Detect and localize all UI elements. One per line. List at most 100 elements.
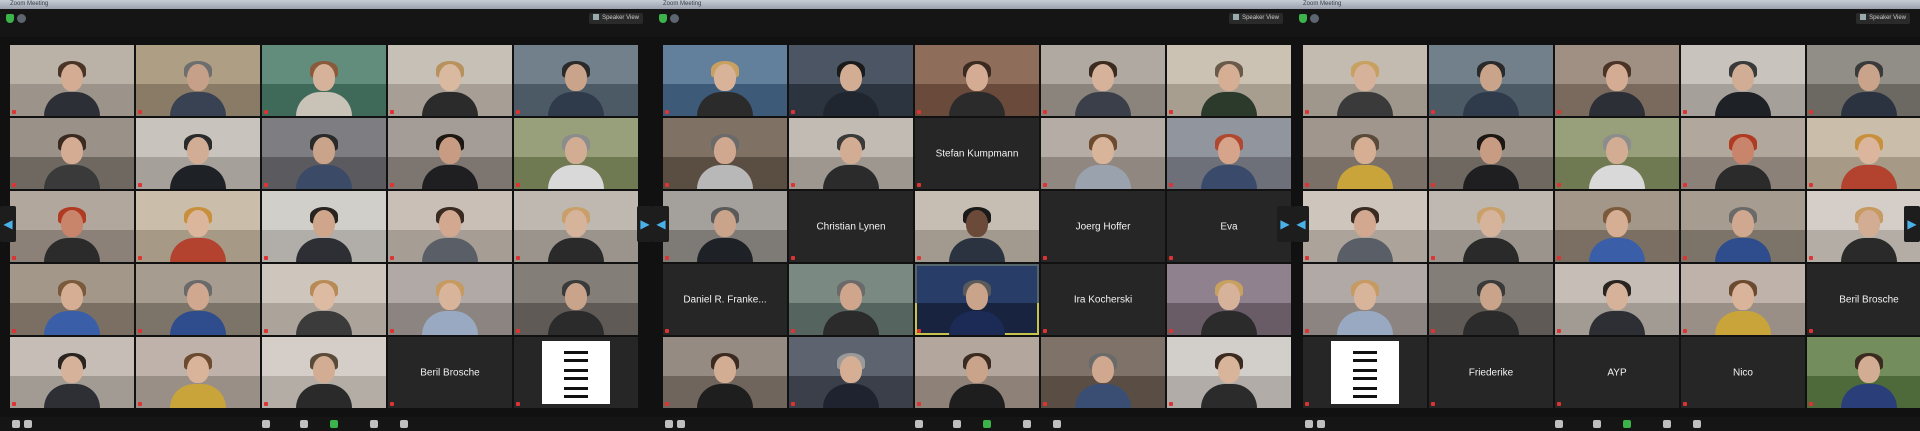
- shield-icon[interactable]: [659, 14, 667, 23]
- participant-video-tile[interactable]: [1555, 264, 1679, 335]
- participant-video-tile[interactable]: [10, 337, 134, 408]
- participant-video-tile[interactable]: [1303, 191, 1427, 262]
- participant-video-tile[interactable]: [915, 264, 1039, 335]
- participant-video-tile[interactable]: [1429, 118, 1553, 189]
- participant-video-tile[interactable]: [1681, 118, 1805, 189]
- participant-video-tile[interactable]: [10, 45, 134, 116]
- mute-microphone-icon[interactable]: [665, 420, 673, 428]
- chat-icon[interactable]: [1593, 420, 1601, 428]
- participant-video-tile[interactable]: [1681, 191, 1805, 262]
- window-titlebar[interactable]: Zoom Meeting: [653, 0, 1293, 9]
- participant-video-tile[interactable]: [514, 264, 638, 335]
- participant-name-tile[interactable]: Beril Brosche: [1807, 264, 1920, 335]
- share-screen-icon[interactable]: [983, 420, 991, 428]
- video-camera-icon[interactable]: [1317, 420, 1325, 428]
- participant-video-tile[interactable]: [1555, 45, 1679, 116]
- participant-logo-tile[interactable]: [514, 337, 638, 408]
- reactions-icon[interactable]: [1693, 420, 1701, 428]
- participant-video-tile[interactable]: [262, 337, 386, 408]
- participant-video-tile[interactable]: [1041, 118, 1165, 189]
- participant-name-tile[interactable]: Nico: [1681, 337, 1805, 408]
- participant-video-tile[interactable]: [789, 118, 913, 189]
- participant-name-tile[interactable]: Beril Brosche: [388, 337, 512, 408]
- participant-name-tile[interactable]: Eva: [1167, 191, 1291, 262]
- participant-video-tile[interactable]: [1303, 264, 1427, 335]
- participant-video-tile[interactable]: [514, 191, 638, 262]
- chevron-left-icon[interactable]: ◀: [1293, 206, 1309, 242]
- speaker-view-button[interactable]: Speaker View: [1229, 13, 1283, 24]
- chevron-right-icon[interactable]: ▶: [1904, 206, 1920, 242]
- chevron-right-icon[interactable]: ▶: [637, 206, 653, 242]
- record-icon[interactable]: [1023, 420, 1031, 428]
- participant-video-tile[interactable]: [262, 264, 386, 335]
- participant-name-tile[interactable]: Ira Kocherski: [1041, 264, 1165, 335]
- record-icon[interactable]: [370, 420, 378, 428]
- info-icon[interactable]: [17, 14, 26, 23]
- participant-video-tile[interactable]: [262, 45, 386, 116]
- participant-video-tile[interactable]: [136, 337, 260, 408]
- speaker-view-button[interactable]: Speaker View: [1856, 13, 1910, 24]
- participant-video-tile[interactable]: [1041, 337, 1165, 408]
- participant-video-tile[interactable]: [10, 118, 134, 189]
- chat-icon[interactable]: [300, 420, 308, 428]
- window-titlebar[interactable]: Zoom Meeting: [0, 0, 653, 9]
- participants-icon[interactable]: [262, 420, 270, 428]
- participant-video-tile[interactable]: [514, 45, 638, 116]
- participant-video-tile[interactable]: [1167, 118, 1291, 189]
- participant-video-tile[interactable]: [262, 191, 386, 262]
- participant-video-tile[interactable]: [1807, 45, 1920, 116]
- speaker-view-button[interactable]: Speaker View: [589, 13, 643, 24]
- participant-video-tile[interactable]: [1681, 45, 1805, 116]
- mute-microphone-icon[interactable]: [1305, 420, 1313, 428]
- participant-video-tile[interactable]: [1167, 337, 1291, 408]
- participant-logo-tile[interactable]: [1303, 337, 1427, 408]
- participant-video-tile[interactable]: [388, 191, 512, 262]
- share-screen-icon[interactable]: [330, 420, 338, 428]
- participant-video-tile[interactable]: [1807, 118, 1920, 189]
- chevron-left-icon[interactable]: ◀: [653, 206, 669, 242]
- participant-video-tile[interactable]: [1303, 118, 1427, 189]
- participant-video-tile[interactable]: [1429, 191, 1553, 262]
- participant-video-tile[interactable]: [1807, 337, 1920, 408]
- participant-video-tile[interactable]: [1555, 191, 1679, 262]
- participant-video-tile[interactable]: [136, 191, 260, 262]
- participant-video-tile[interactable]: [789, 337, 913, 408]
- participants-icon[interactable]: [1555, 420, 1563, 428]
- info-icon[interactable]: [1310, 14, 1319, 23]
- participant-video-tile[interactable]: [388, 264, 512, 335]
- participant-video-tile[interactable]: [1429, 264, 1553, 335]
- participant-video-tile[interactable]: [663, 337, 787, 408]
- video-camera-icon[interactable]: [24, 420, 32, 428]
- participant-video-tile[interactable]: [1167, 45, 1291, 116]
- participant-video-tile[interactable]: [789, 45, 913, 116]
- participants-icon[interactable]: [915, 420, 923, 428]
- participant-video-tile[interactable]: [10, 191, 134, 262]
- reactions-icon[interactable]: [400, 420, 408, 428]
- window-titlebar[interactable]: Zoom Meeting: [1293, 0, 1920, 9]
- participant-video-tile[interactable]: [789, 264, 913, 335]
- participant-video-tile[interactable]: [136, 45, 260, 116]
- chevron-right-icon[interactable]: ▶: [1277, 206, 1293, 242]
- participant-video-tile[interactable]: [663, 45, 787, 116]
- participant-video-tile[interactable]: [663, 191, 787, 262]
- participant-name-tile[interactable]: Friederike: [1429, 337, 1553, 408]
- participant-name-tile[interactable]: Joerg Hoffer: [1041, 191, 1165, 262]
- participant-video-tile[interactable]: [1429, 45, 1553, 116]
- participant-video-tile[interactable]: [915, 191, 1039, 262]
- record-icon[interactable]: [1663, 420, 1671, 428]
- participant-video-tile[interactable]: [388, 118, 512, 189]
- chevron-left-icon[interactable]: ◀: [0, 206, 16, 242]
- participant-video-tile[interactable]: [663, 118, 787, 189]
- participant-video-tile[interactable]: [1681, 264, 1805, 335]
- participant-video-tile[interactable]: [915, 45, 1039, 116]
- shield-icon[interactable]: [1299, 14, 1307, 23]
- shield-icon[interactable]: [6, 14, 14, 23]
- participant-name-tile[interactable]: Daniel R. Franke...: [663, 264, 787, 335]
- participant-video-tile[interactable]: [388, 45, 512, 116]
- participant-video-tile[interactable]: [136, 118, 260, 189]
- participant-video-tile[interactable]: [1041, 45, 1165, 116]
- participant-name-tile[interactable]: Christian Lynen: [789, 191, 913, 262]
- participant-video-tile[interactable]: [915, 337, 1039, 408]
- info-icon[interactable]: [670, 14, 679, 23]
- participant-name-tile[interactable]: AYP: [1555, 337, 1679, 408]
